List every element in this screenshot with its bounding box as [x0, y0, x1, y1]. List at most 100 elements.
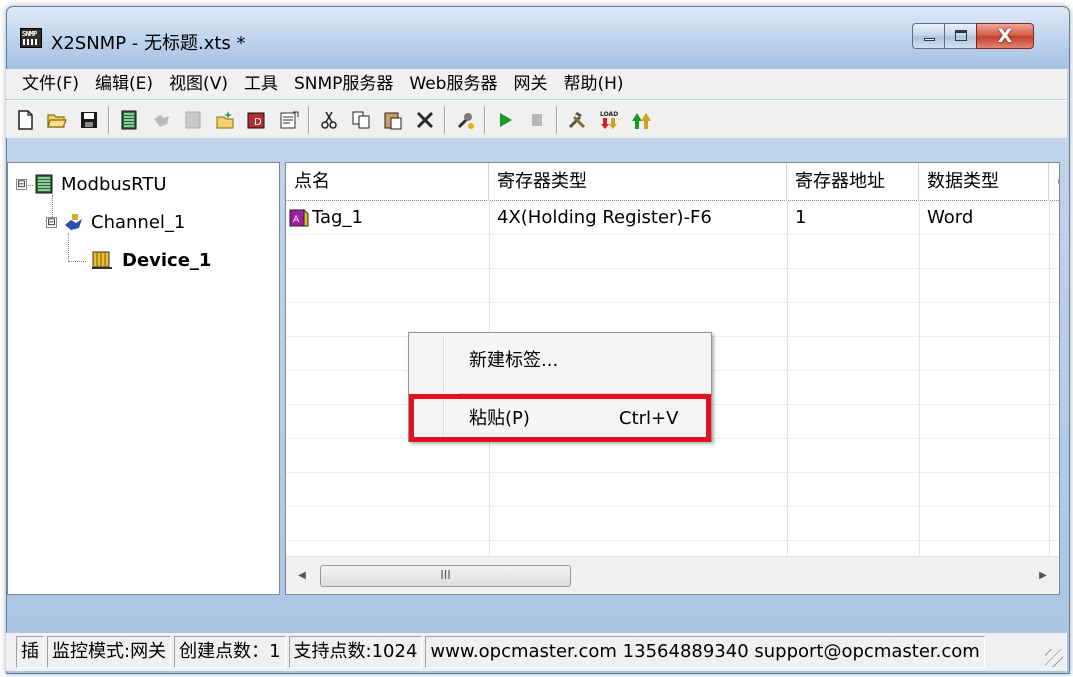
toolbar-separator — [484, 105, 486, 134]
column-header-register-type[interactable]: 寄存器类型 — [489, 163, 787, 201]
menu-help[interactable]: 帮助(H) — [555, 70, 631, 98]
import-button[interactable]: D — [244, 107, 270, 133]
menu-item-paste[interactable]: 粘贴(P) Ctrl+V — [409, 399, 711, 439]
svg-text:D: D — [254, 117, 262, 128]
load-button[interactable]: LOAD — [596, 107, 622, 133]
new-file-button[interactable] — [12, 107, 38, 133]
tree-label: Device_1 — [122, 249, 212, 271]
table-row[interactable]: A Tag_1 4X(Holding Register)-F6 1 Word — [286, 201, 1059, 235]
table-row — [286, 507, 1059, 541]
tree-node-channel[interactable]: ⊟ Channel_1 — [46, 211, 185, 233]
column-header-name[interactable]: 点名 — [286, 163, 489, 201]
menu-gateway[interactable]: 网关 — [505, 70, 555, 98]
toolbar: D LOAD — [6, 100, 1067, 138]
collapse-icon[interactable]: ⊟ — [16, 178, 27, 190]
up-icon — [632, 112, 651, 129]
toolbar-separator — [556, 105, 558, 134]
shortcut-label: Ctrl+V — [619, 408, 679, 429]
properties-button[interactable] — [276, 107, 302, 133]
menu-edit[interactable]: 编辑(E) — [87, 70, 161, 98]
settings-icon — [568, 111, 586, 128]
close-button[interactable]: X — [976, 23, 1034, 49]
tree-label: ModbusRTU — [61, 173, 167, 195]
up-button[interactable] — [628, 107, 654, 133]
delete-icon — [416, 111, 434, 128]
menu-separator — [459, 393, 707, 395]
status-bar: 插 监控模式:网关 创建点数：1 支持点数:1024 www.opcmaster… — [6, 633, 1067, 671]
paste-icon — [384, 112, 402, 129]
resize-grip-icon[interactable] — [1045, 649, 1063, 667]
window-title: X2SNMP - 无标题.xts * — [51, 33, 246, 54]
table-row — [286, 269, 1059, 303]
cell-name: A Tag_1 — [286, 201, 363, 235]
add-channel-icon — [121, 110, 137, 129]
menu-file[interactable]: 文件(F) — [14, 70, 87, 98]
tree-node-device[interactable]: Device_1 — [90, 249, 211, 271]
status-monitor-mode: 监控模式:网关 — [47, 636, 172, 668]
new-group-button[interactable] — [212, 107, 238, 133]
add-tag-disabled-icon — [185, 111, 201, 128]
new-file-icon — [18, 109, 33, 130]
column-header-data-type[interactable]: 数据类型 — [919, 163, 1049, 201]
cell-register-address: 1 — [795, 207, 807, 228]
cut-icon — [321, 111, 337, 129]
stop-button[interactable] — [524, 107, 550, 133]
properties-icon — [280, 111, 299, 128]
grid-header: 点名 寄存器类型 寄存器地址 数据类型 ( — [286, 163, 1059, 201]
open-button[interactable] — [44, 107, 70, 133]
horizontal-scrollbar[interactable]: ◀ III ▶ — [286, 556, 1059, 594]
menu-tools[interactable]: 工具 — [236, 70, 286, 98]
scroll-right-icon[interactable]: ▶ — [1035, 567, 1051, 585]
collapse-icon[interactable]: ⊟ — [46, 216, 57, 228]
save-button[interactable] — [76, 107, 102, 133]
title-bar[interactable]: SNMP X2SNMP - 无标题.xts * X — [7, 7, 1069, 69]
maximize-icon — [955, 30, 967, 41]
tools-button[interactable] — [452, 107, 478, 133]
open-folder-icon — [47, 113, 67, 128]
status-created-count: 创建点数：1 — [174, 636, 286, 668]
menu-bar: 文件(F) 编辑(E) 视图(V) 工具 SNMP服务器 Web服务器 网关 帮… — [6, 69, 1067, 99]
new-group-icon — [216, 110, 234, 128]
settings-button[interactable] — [564, 107, 590, 133]
svg-text:A: A — [293, 215, 300, 225]
project-tree: ⊟ ModbusRTU ⊟ Channel_1 Device_1 — [7, 162, 280, 595]
minimize-button[interactable] — [912, 23, 945, 49]
run-button[interactable] — [492, 107, 518, 133]
close-icon: X — [997, 25, 1013, 47]
column-header-register-address[interactable]: 寄存器地址 — [787, 163, 919, 201]
save-icon — [81, 111, 97, 128]
table-row — [286, 473, 1059, 507]
delete-button[interactable] — [412, 107, 438, 133]
menu-item-new-tag[interactable]: 新建标签... — [409, 341, 711, 381]
menu-web-server[interactable]: Web服务器 — [401, 70, 505, 98]
add-tag-button[interactable] — [180, 107, 206, 133]
add-device-disabled-icon — [154, 114, 169, 127]
table-row — [286, 439, 1059, 473]
tag-icon: A — [289, 208, 309, 227]
copy-icon — [352, 111, 370, 128]
column-header-more[interactable]: ( — [1049, 163, 1059, 201]
load-icon: LOAD — [600, 111, 618, 129]
menu-snmp-server[interactable]: SNMP服务器 — [286, 70, 401, 98]
cell-data-type: Word — [927, 207, 974, 228]
status-supported-count: 支持点数:1024 — [288, 636, 423, 668]
stop-icon — [532, 113, 542, 126]
minimize-icon — [924, 38, 935, 41]
run-icon — [500, 112, 512, 127]
add-channel-button[interactable] — [116, 107, 142, 133]
paste-button[interactable] — [380, 107, 406, 133]
maximize-button[interactable] — [944, 23, 977, 49]
add-device-button[interactable] — [148, 107, 174, 133]
context-menu: 新建标签... 粘贴(P) Ctrl+V — [408, 332, 712, 442]
import-icon: D — [247, 112, 265, 128]
toolbar-separator — [444, 105, 446, 134]
scroll-thumb[interactable]: III — [320, 565, 571, 587]
menu-view[interactable]: 视图(V) — [161, 70, 236, 98]
tree-node-modbusrtu[interactable]: ⊟ ModbusRTU — [16, 173, 167, 195]
tree-label: Channel_1 — [91, 211, 186, 233]
app-icon: SNMP — [20, 28, 42, 48]
copy-button[interactable] — [348, 107, 374, 133]
scroll-left-icon[interactable]: ◀ — [294, 567, 310, 585]
protocol-icon — [35, 174, 53, 194]
cut-button[interactable] — [316, 107, 342, 133]
